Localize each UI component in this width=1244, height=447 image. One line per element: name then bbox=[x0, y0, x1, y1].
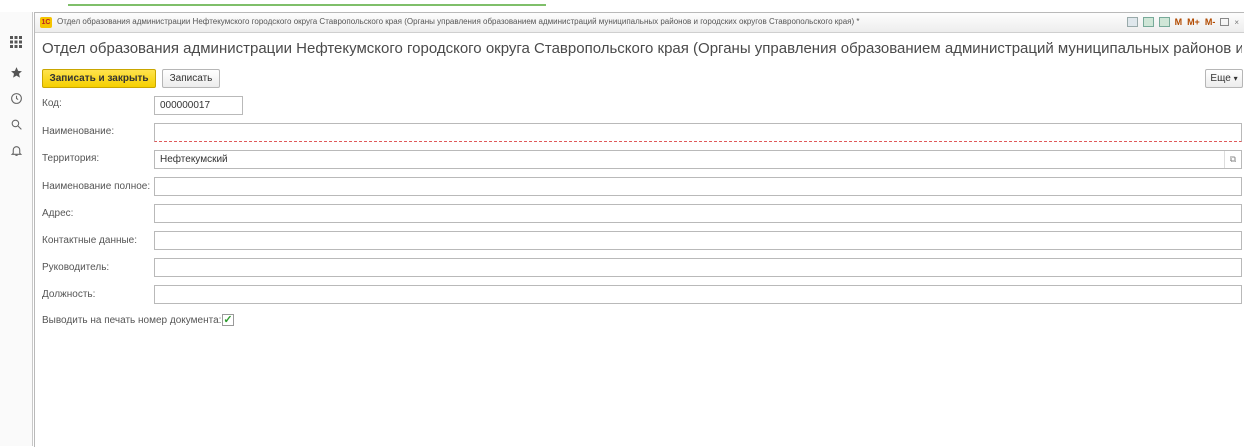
save-close-button[interactable]: Записать и закрыть bbox=[42, 69, 156, 88]
close-icon[interactable]: × bbox=[1234, 16, 1239, 28]
star-icon[interactable] bbox=[0, 60, 32, 84]
head-field[interactable] bbox=[154, 258, 1242, 277]
address-field[interactable] bbox=[154, 204, 1242, 223]
left-sidebar bbox=[0, 12, 33, 446]
save-button[interactable]: Записать bbox=[162, 69, 220, 88]
calendar-icon[interactable] bbox=[1142, 17, 1154, 27]
print-number-checkbox[interactable]: ✓ bbox=[222, 314, 234, 326]
territory-field[interactable]: Нефтекумский ⧉ bbox=[154, 150, 1242, 169]
bell-icon[interactable] bbox=[0, 138, 32, 162]
contacts-field[interactable] bbox=[154, 231, 1242, 250]
memory-plus-icon[interactable]: M+ bbox=[1187, 16, 1200, 28]
position-label: Должность: bbox=[42, 289, 96, 300]
code-label: Код: bbox=[42, 98, 62, 109]
logo-1c: 1С bbox=[40, 17, 52, 28]
window-icon[interactable] bbox=[1220, 18, 1230, 26]
print-icon[interactable] bbox=[1126, 17, 1138, 27]
territory-label: Территория: bbox=[42, 153, 100, 164]
head-label: Руководитель: bbox=[42, 262, 110, 273]
titlebar-tools: M M+ M- × bbox=[1126, 16, 1239, 28]
contacts-label: Контактные данные: bbox=[42, 235, 138, 246]
chevron-down-icon: ▾ bbox=[1233, 74, 1238, 83]
name-label: Наименование: bbox=[42, 126, 115, 137]
apps-grid-icon[interactable] bbox=[0, 30, 32, 54]
history-icon[interactable] bbox=[0, 86, 32, 110]
window-titlebar: 1С Отдел образования администрации Нефте… bbox=[35, 13, 1244, 33]
check-icon: ✓ bbox=[223, 314, 233, 326]
name-field[interactable] bbox=[154, 123, 1242, 142]
search-icon[interactable] bbox=[0, 112, 32, 136]
calculator-icon[interactable] bbox=[1158, 17, 1170, 27]
code-field[interactable]: 000000017 bbox=[154, 96, 243, 115]
more-button[interactable]: Еще ▾ bbox=[1205, 69, 1243, 88]
form-window: 1С Отдел образования администрации Нефте… bbox=[34, 12, 1244, 447]
full-name-field[interactable] bbox=[154, 177, 1242, 196]
address-label: Адрес: bbox=[42, 208, 74, 219]
more-label: Еще bbox=[1210, 73, 1231, 84]
page-title: Отдел образования администрации Нефтекум… bbox=[42, 40, 1242, 57]
top-progress-line bbox=[0, 0, 1244, 10]
print-number-label: Выводить на печать номер документа: bbox=[42, 315, 222, 326]
full-name-label: Наименование полное: bbox=[42, 181, 151, 192]
memory-m-icon[interactable]: M bbox=[1175, 16, 1183, 28]
open-link-icon[interactable]: ⧉ bbox=[1224, 151, 1241, 168]
window-title: Отдел образования администрации Нефтекум… bbox=[57, 17, 860, 26]
memory-minus-icon[interactable]: M- bbox=[1205, 16, 1216, 28]
territory-value: Нефтекумский bbox=[160, 154, 228, 165]
position-field[interactable] bbox=[154, 285, 1242, 304]
